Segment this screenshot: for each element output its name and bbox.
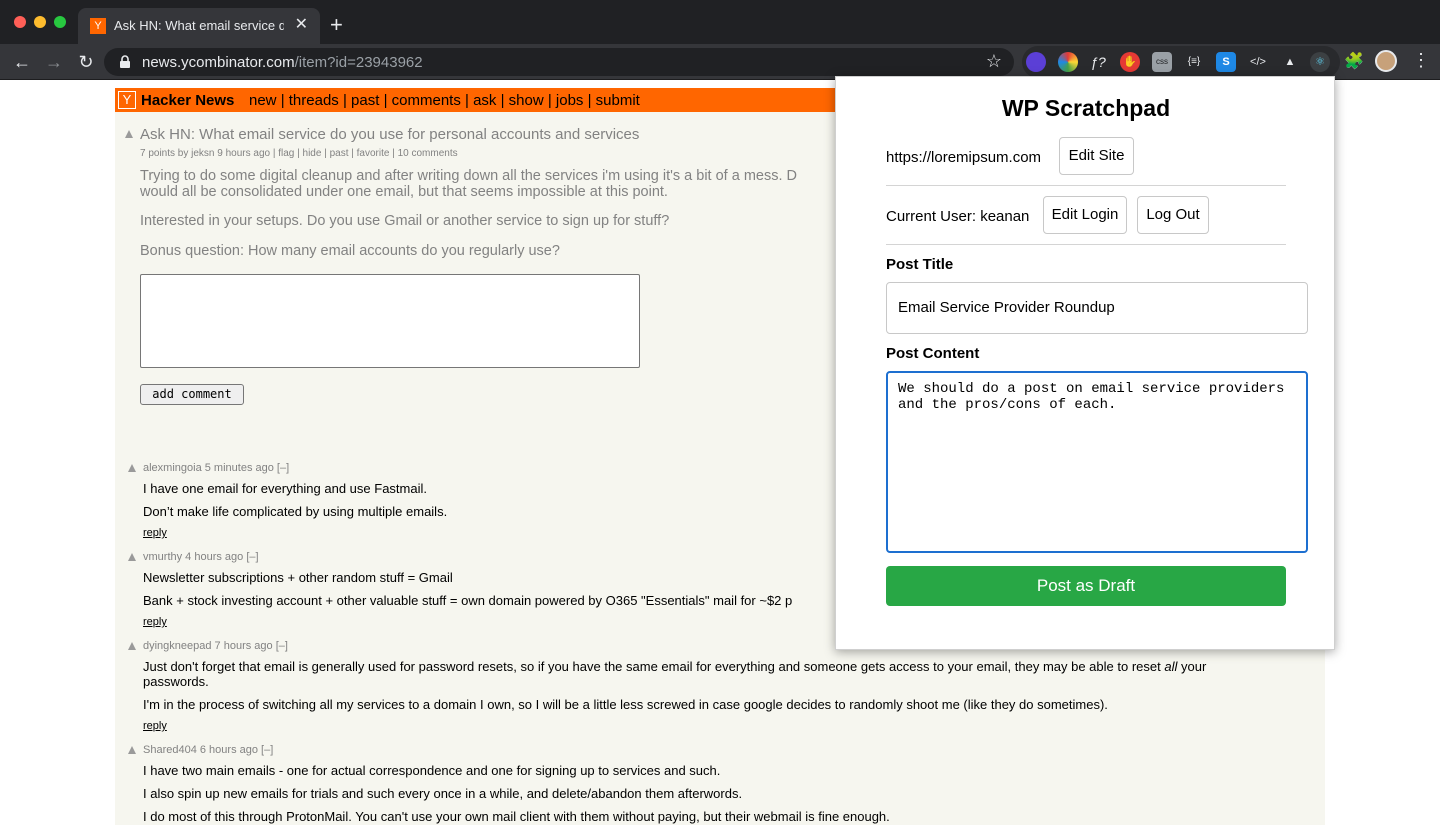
upvote-arrow-icon[interactable] <box>128 642 136 650</box>
upvote-arrow-icon[interactable] <box>125 130 133 138</box>
comment-text: Don’t make life complicated by using mul… <box>143 504 448 519</box>
story-text-line: would all be consolidated under one emai… <box>140 184 668 200</box>
profile-avatar[interactable] <box>1375 50 1397 72</box>
comment-text: I also spin up new emails for trials and… <box>143 786 743 801</box>
story-text-line: Interested in your setups. Do you use Gm… <box>140 213 670 229</box>
story-text-line: Trying to do some digital cleanup and af… <box>140 168 797 184</box>
extension-react-icon[interactable]: ⚛ <box>1310 52 1330 72</box>
tab-title: Ask HN: What email service do you use <box>114 18 284 33</box>
forward-arrow-icon[interactable]: → <box>42 50 66 74</box>
story-title[interactable]: Ask HN: What email service do you use fo… <box>140 126 639 143</box>
minimize-window-button[interactable] <box>34 16 46 28</box>
comment-header: vmurthy 4 hours ago [–] <box>143 551 259 563</box>
story-subtext: 7 points by jeksn 9 hours ago | flag | h… <box>140 148 458 159</box>
extension-s-icon[interactable]: S <box>1216 52 1236 72</box>
maximize-window-button[interactable] <box>54 16 66 28</box>
browser-toolbar: ← → ↻ news.ycombinator.com/item?id=23943… <box>0 44 1440 80</box>
popup-title: WP Scratchpad <box>1001 95 1171 121</box>
address-bar[interactable]: news.ycombinator.com/item?id=23943962 ☆ <box>104 48 1014 76</box>
extension-color-icon[interactable] <box>1058 52 1078 72</box>
divider <box>886 244 1286 245</box>
reply-link[interactable]: reply <box>143 720 167 732</box>
comment-text: I'm in the process of switching all my s… <box>143 697 1108 712</box>
add-comment-button[interactable]: add comment <box>140 384 244 405</box>
story-text-line: Bonus question: How many email accounts … <box>140 243 560 259</box>
comment-header: alexmingoia 5 minutes ago [–] <box>143 462 290 474</box>
upvote-arrow-icon[interactable] <box>128 553 136 561</box>
nav-threads[interactable]: threads <box>289 92 339 109</box>
extension-css-icon[interactable]: css <box>1152 52 1172 72</box>
extension-code-icon[interactable]: </> <box>1248 52 1268 72</box>
comment-textarea[interactable] <box>140 274 640 368</box>
upvote-arrow-icon[interactable] <box>128 464 136 472</box>
current-user-label: Current User: keanan <box>886 208 1030 225</box>
nav-comments[interactable]: comments <box>392 92 461 109</box>
post-title-label: Post Title <box>886 256 954 273</box>
comment-text: Bank + stock investing account + other v… <box>143 593 793 608</box>
close-window-button[interactable] <box>14 16 26 28</box>
nav-ask[interactable]: ask <box>473 92 496 109</box>
comment-header: dyingkneepad 7 hours ago [–] <box>143 640 288 652</box>
nav-show[interactable]: show <box>509 92 544 109</box>
site-url: https://loremipsum.com <box>886 149 1042 166</box>
browser-tab-active[interactable]: Y Ask HN: What email service do you use … <box>78 8 320 44</box>
nav-past[interactable]: past <box>351 92 379 109</box>
upvote-arrow-icon[interactable] <box>128 746 136 754</box>
bookmark-star-icon[interactable]: ☆ <box>986 51 1002 72</box>
lock-icon <box>120 55 130 68</box>
comment-text: Newsletter subscriptions + other random … <box>143 570 453 585</box>
edit-site-button[interactable]: Edit Site <box>1059 137 1134 175</box>
browser-menu-icon[interactable]: ⋮ <box>1412 50 1430 71</box>
post-as-draft-button[interactable]: Post as Draft <box>886 566 1286 606</box>
extension-json-icon[interactable]: {≡} <box>1184 52 1204 72</box>
extensions-area: ƒ? ✋ css {≡} S </> ▲ ⚛ <box>1022 46 1340 78</box>
back-arrow-icon[interactable]: ← <box>10 50 34 74</box>
post-title-input[interactable]: Email Service Provider Roundup <box>886 282 1308 334</box>
edit-login-button[interactable]: Edit Login <box>1043 196 1127 234</box>
log-out-button[interactable]: Log Out <box>1137 196 1209 234</box>
nav-jobs[interactable]: jobs <box>556 92 584 109</box>
extension-layers-icon[interactable] <box>1026 52 1046 72</box>
divider <box>886 185 1286 186</box>
post-content-textarea[interactable]: We should do a post on email service pro… <box>886 371 1308 553</box>
browser-tab-bar: Y Ask HN: What email service do you use … <box>0 0 1440 44</box>
hn-nav: new | threads | past | comments | ask | … <box>249 92 640 109</box>
comment-text: Just don't forget that email is generall… <box>143 659 1207 674</box>
reply-link[interactable]: reply <box>143 527 167 539</box>
hn-favicon-icon: Y <box>90 18 106 34</box>
comment-text: I have one email for everything and use … <box>143 481 427 496</box>
comment-text: passwords. <box>143 674 209 689</box>
extension-graduation-cap-icon[interactable]: ▲ <box>1280 52 1300 72</box>
extensions-puzzle-icon[interactable]: 🧩 <box>1344 51 1364 71</box>
comment-text: I have two main emails - one for actual … <box>143 763 721 778</box>
new-tab-icon[interactable]: + <box>330 14 343 36</box>
extension-function-icon[interactable]: ƒ? <box>1088 52 1108 72</box>
extension-hand-icon[interactable]: ✋ <box>1120 52 1140 72</box>
hn-logo[interactable]: Y <box>118 91 136 109</box>
wp-scratchpad-popup: WP Scratchpad https://loremipsum.com Edi… <box>835 76 1335 650</box>
tab-close-icon[interactable]: ✕ <box>295 16 308 34</box>
comment-text: I do most of this through ProtonMail. Yo… <box>143 809 890 824</box>
reload-icon[interactable]: ↻ <box>74 50 98 74</box>
hn-brand-link[interactable]: Hacker News <box>141 92 234 109</box>
post-content-label: Post Content <box>886 345 980 362</box>
nav-submit[interactable]: submit <box>596 92 640 109</box>
nav-new[interactable]: new <box>249 92 277 109</box>
reply-link[interactable]: reply <box>143 616 167 628</box>
comment-header: Shared404 6 hours ago [–] <box>143 744 274 756</box>
url-text: news.ycombinator.com/item?id=23943962 <box>142 54 423 71</box>
